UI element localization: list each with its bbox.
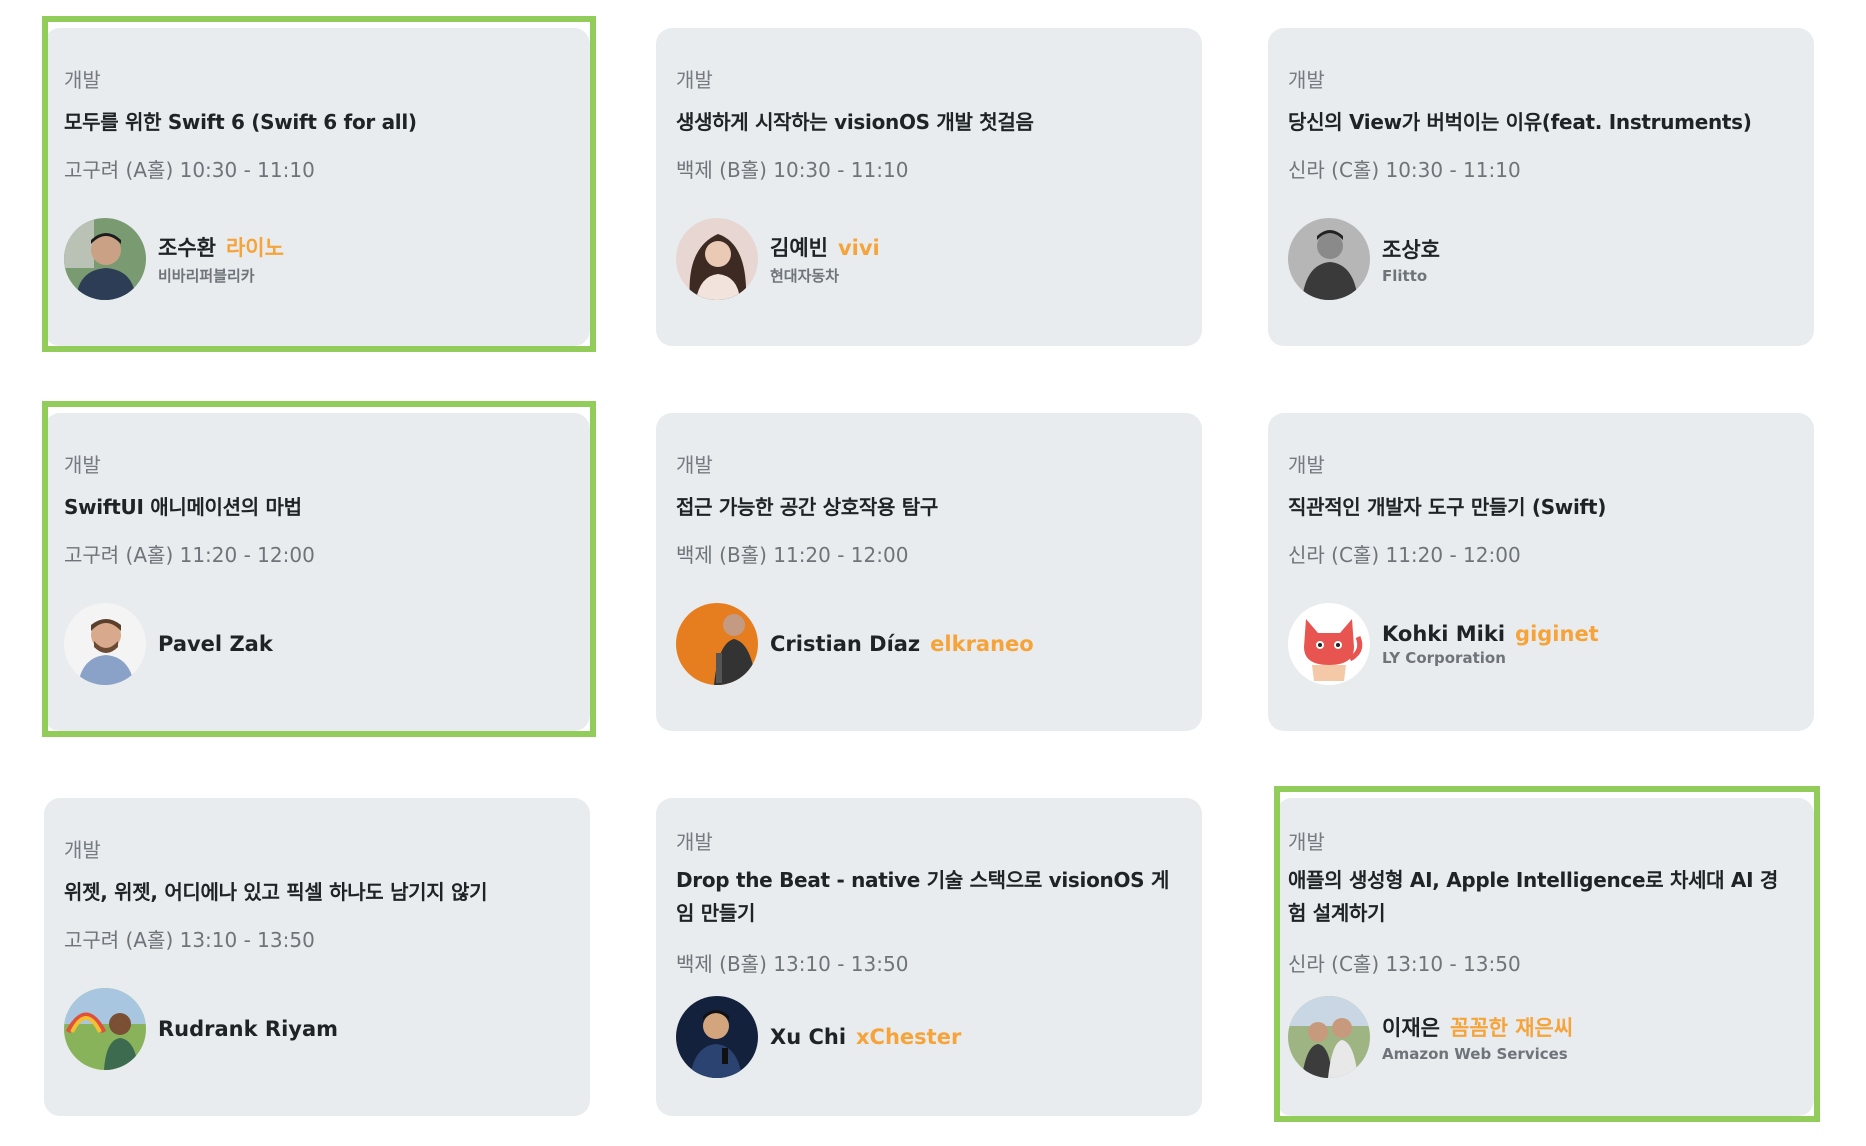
session-category: 개발	[676, 68, 713, 92]
session-room-time: 신라 (C홀) 13:10 - 13:50	[1288, 952, 1521, 976]
speaker-info: 김예빈 vivi 현대자동차	[676, 218, 880, 300]
session-room-time: 고구려 (A홀) 10:30 - 11:10	[64, 158, 315, 182]
session-title: 위젯, 위젯, 어디에나 있고 픽셀 하나도 남기지 않기	[64, 880, 488, 904]
speaker-organization: LY Corporation	[1382, 648, 1506, 667]
session-card[interactable]: 개발 직관적인 개발자 도구 만들기 (Swift) 신라 (C홀) 11:20…	[1268, 413, 1814, 731]
speaker-name: 조상호	[1382, 237, 1440, 262]
speaker-avatar	[1288, 996, 1370, 1078]
speaker-name: Rudrank Riyam	[158, 1017, 339, 1041]
session-card[interactable]: 개발 Drop the Beat - native 기술 스택으로 vision…	[656, 798, 1202, 1116]
speaker-name: 김예빈	[770, 236, 828, 260]
speaker-info: Xu Chi xChester	[676, 996, 961, 1078]
speaker-info: Kohki Miki giginet LY Corporation	[1288, 603, 1599, 685]
session-room-time: 신라 (C홀) 11:20 - 12:00	[1288, 543, 1521, 567]
session-grid: 개발 모두를 위한 Swift 6 (Swift 6 for all) 고구려 …	[0, 0, 1866, 1146]
session-card[interactable]: 개발 모두를 위한 Swift 6 (Swift 6 for all) 고구려 …	[42, 16, 596, 352]
cartoon-cat-avatar	[1288, 603, 1370, 685]
speaker-avatar	[64, 218, 146, 300]
session-card[interactable]: 개발 접근 가능한 공간 상호작용 탐구 백제 (B홀) 11:20 - 12:…	[656, 413, 1202, 731]
session-category: 개발	[676, 453, 713, 477]
session-title: Drop the Beat - native 기술 스택으로 visionOS …	[676, 868, 1170, 925]
session-card[interactable]: 개발 위젯, 위젯, 어디에나 있고 픽셀 하나도 남기지 않기 고구려 (A홀…	[44, 798, 590, 1116]
session-room-time: 신라 (C홀) 10:30 - 11:10	[1288, 158, 1521, 182]
speaker-organization: Flitto	[1382, 266, 1428, 285]
speaker-organization: 현대자동차	[770, 267, 840, 285]
speaker-name: Pavel Zak	[158, 632, 273, 656]
session-card[interactable]: 개발 SwiftUI 애니메이션의 마법 고구려 (A홀) 11:20 - 12…	[42, 401, 596, 737]
session-room-time: 고구려 (A홀) 11:20 - 12:00	[64, 543, 315, 567]
speaker-avatar	[676, 603, 758, 685]
speaker-avatar	[676, 996, 758, 1078]
session-card[interactable]: 개발 당신의 View가 버벅이는 이유(feat. Instruments) …	[1268, 28, 1814, 346]
session-category: 개발	[64, 453, 101, 477]
session-category: 개발	[1288, 453, 1325, 477]
speaker-avatar	[64, 988, 146, 1070]
session-category: 개발	[1288, 68, 1325, 92]
session-title: 생생하게 시작하는 visionOS 개발 첫걸음	[676, 110, 1034, 134]
session-category: 개발	[1288, 830, 1325, 854]
speaker-info: 이재은 꼼꼼한 재은씨 Amazon Web Services	[1288, 996, 1573, 1078]
speaker-name: Xu Chi	[770, 1025, 847, 1049]
session-category: 개발	[676, 830, 713, 854]
session-title: 당신의 View가 버벅이는 이유(feat. Instruments)	[1288, 110, 1752, 134]
speaker-nickname: xChester	[856, 1025, 962, 1049]
speaker-info: 조수환 라이노 비바리퍼블리카	[64, 218, 284, 300]
speaker-name: Kohki Miki	[1382, 621, 1506, 646]
speaker-info: Pavel Zak	[64, 603, 273, 685]
speaker-nickname: 꼼꼼한 재은씨	[1449, 1015, 1574, 1040]
speaker-name: 이재은	[1382, 1015, 1440, 1040]
speaker-nickname: 라이노	[225, 236, 284, 260]
session-room-time: 백제 (B홀) 13:10 - 13:50	[676, 952, 909, 976]
speaker-nickname: vivi	[837, 236, 880, 260]
session-card[interactable]: 개발 생생하게 시작하는 visionOS 개발 첫걸음 백제 (B홀) 10:…	[656, 28, 1202, 346]
speaker-info: Cristian Díaz elkraneo	[676, 603, 1034, 685]
session-title: SwiftUI 애니메이션의 마법	[64, 495, 302, 519]
speaker-avatar	[1288, 218, 1370, 300]
session-room-time: 백제 (B홀) 11:20 - 12:00	[676, 543, 909, 567]
session-title: 애플의 생성형 AI, Apple Intelligence로 차세대 AI 경…	[1288, 868, 1779, 925]
session-title: 직관적인 개발자 도구 만들기 (Swift)	[1288, 495, 1607, 519]
session-category: 개발	[64, 838, 101, 862]
speaker-name: Cristian Díaz	[770, 632, 921, 656]
session-category: 개발	[64, 68, 101, 92]
speaker-organization: Amazon Web Services	[1382, 1044, 1568, 1063]
speaker-nickname: elkraneo	[930, 632, 1034, 656]
speaker-nickname: giginet	[1515, 621, 1599, 646]
session-room-time: 고구려 (A홀) 13:10 - 13:50	[64, 928, 315, 952]
speaker-name: 조수환	[158, 236, 216, 260]
session-card[interactable]: 개발 애플의 생성형 AI, Apple Intelligence로 차세대 A…	[1274, 786, 1820, 1122]
speaker-info: Rudrank Riyam	[64, 988, 338, 1070]
speaker-organization: 비바리퍼블리카	[158, 267, 255, 285]
speaker-info: 조상호 Flitto	[1288, 218, 1440, 300]
speaker-avatar	[676, 218, 758, 300]
session-title: 모두를 위한 Swift 6 (Swift 6 for all)	[64, 110, 417, 134]
speaker-avatar	[64, 603, 146, 685]
session-room-time: 백제 (B홀) 10:30 - 11:10	[676, 158, 909, 182]
session-title: 접근 가능한 공간 상호작용 탐구	[676, 495, 938, 519]
